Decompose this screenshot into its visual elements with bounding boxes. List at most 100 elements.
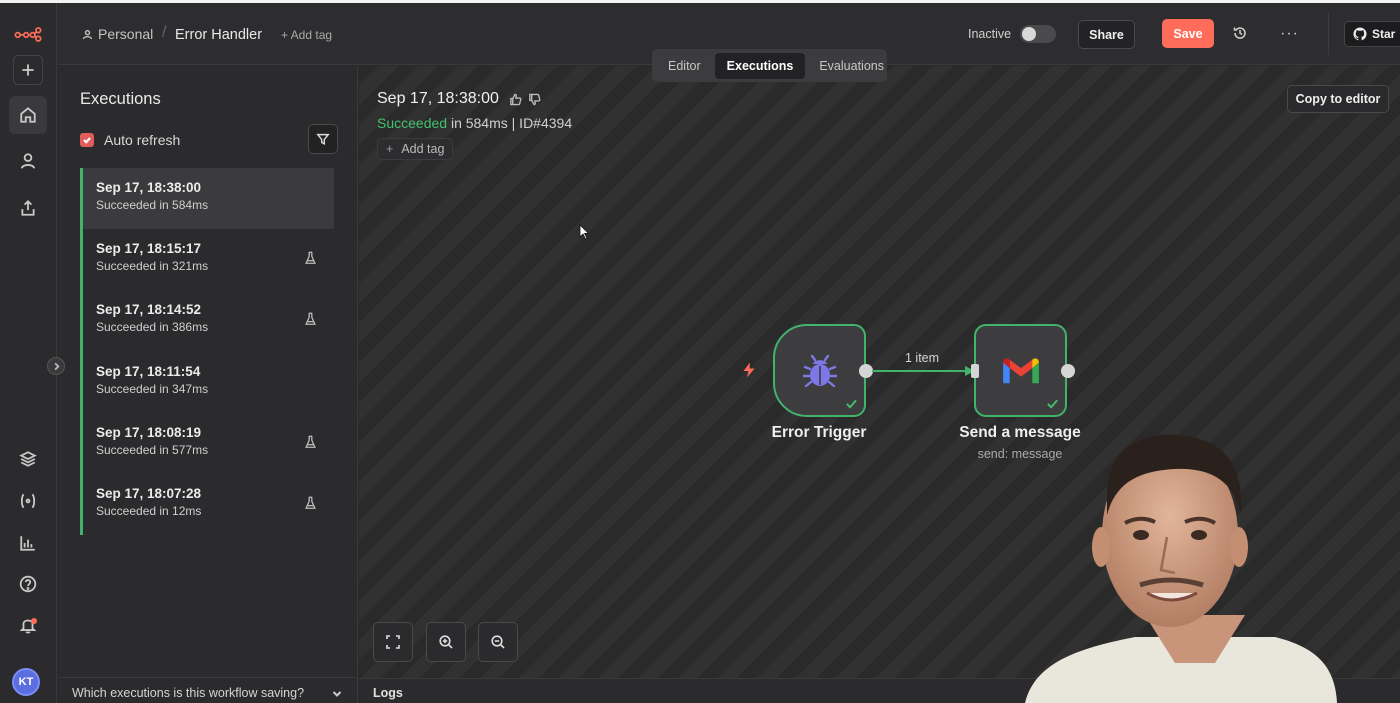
execution-item[interactable]: Sep 17, 18:15:17 Succeeded in 321ms <box>80 229 334 291</box>
panel-title: Executions <box>80 90 161 108</box>
workflow-status-label: Inactive <box>968 27 1012 41</box>
share-button[interactable]: Share <box>1078 20 1135 49</box>
home-icon[interactable] <box>9 96 47 134</box>
success-check-icon <box>1046 397 1059 410</box>
user-icon[interactable] <box>9 142 47 180</box>
execution-status: Succeeded in 321ms <box>96 259 209 274</box>
zoom-in-icon <box>439 635 453 649</box>
execution-item[interactable]: Sep 17, 18:08:19 Succeeded in 577ms <box>80 412 334 474</box>
flask-icon[interactable] <box>304 435 318 449</box>
execution-date: Sep 17, 18:38:00 <box>96 180 202 195</box>
presenter-webcam-image <box>1025 434 1337 703</box>
saving-settings-dropdown[interactable]: Which executions is this workflow saving… <box>58 677 358 703</box>
thumbs-up-icon[interactable] <box>509 93 522 106</box>
add-icon[interactable] <box>13 55 43 85</box>
toggle-knob <box>1022 27 1036 41</box>
fit-view-icon <box>386 635 400 649</box>
logs-label: Logs <box>373 686 403 700</box>
filter-button[interactable] <box>308 124 338 154</box>
zoom-out-button[interactable] <box>478 622 518 662</box>
flask-icon[interactable] <box>304 312 318 326</box>
execution-duration-id: in 584ms | ID#4394 <box>447 115 573 131</box>
workflow-title[interactable]: Error Handler <box>175 27 262 43</box>
active-toggle[interactable] <box>1020 25 1056 43</box>
execution-status-text: Succeeded <box>377 115 448 131</box>
execution-date: Sep 17, 18:08:19 <box>96 424 202 440</box>
tab-evaluations[interactable]: Evaluations <box>807 53 896 79</box>
error-trigger-node[interactable] <box>773 324 866 417</box>
execution-header: Sep 17, 18:38:00 <box>377 90 541 108</box>
execution-status: Succeeded in 577ms <box>96 442 209 457</box>
more-options-icon[interactable]: ··· <box>1280 25 1299 43</box>
execution-date: Sep 17, 18:07:28 <box>96 485 202 501</box>
edge-item-count: 1 item <box>905 351 940 365</box>
avatar[interactable]: KT <box>12 668 40 696</box>
node-label: Error Trigger <box>771 424 867 441</box>
n8n-logo-icon[interactable] <box>9 15 47 53</box>
auto-refresh-label: Auto refresh <box>104 132 181 148</box>
executions-panel: Executions Auto refresh Sep 17, 18:38:00… <box>58 66 358 703</box>
checkmark-icon <box>83 137 91 144</box>
zoom-in-button[interactable] <box>426 622 466 662</box>
execution-date: Sep 17, 18:14:52 <box>96 302 202 318</box>
bug-icon <box>802 354 837 387</box>
execution-status: Succeeded in 12ms <box>96 503 202 518</box>
filter-funnel-icon <box>316 133 330 145</box>
trigger-bolt-icon <box>743 362 755 378</box>
add-tag-button[interactable]: + Add tag <box>377 138 454 160</box>
breadcrumb-separator: / <box>162 24 167 41</box>
connection-edge[interactable] <box>872 370 974 372</box>
mouse-cursor-icon <box>579 224 589 240</box>
left-rail: KT <box>0 3 57 703</box>
header-divider <box>1328 13 1329 55</box>
star-label: Star <box>1372 27 1396 41</box>
execution-meta: Succeeded in 584ms | ID#4394 <box>377 115 572 131</box>
share-icon[interactable] <box>9 189 47 227</box>
execution-item[interactable]: Sep 17, 18:11:54 Succeeded in 347ms <box>80 351 334 413</box>
add-tag-link[interactable]: + Add tag <box>281 28 332 42</box>
view-tabs: Editor Executions Evaluations <box>652 49 887 82</box>
breadcrumb-personal-label: Personal <box>98 26 154 42</box>
templates-icon[interactable] <box>9 440 47 478</box>
notifications-bell-icon[interactable] <box>9 606 47 644</box>
thumbs-down-icon[interactable] <box>528 93 541 106</box>
send-message-node[interactable] <box>974 324 1067 417</box>
execution-status: Succeeded in 386ms <box>96 320 209 335</box>
breadcrumb-personal[interactable]: Personal <box>82 26 153 42</box>
success-check-icon <box>845 397 858 410</box>
plus-icon: + <box>386 142 394 156</box>
chevron-down-icon <box>332 691 342 697</box>
auto-refresh-control[interactable]: Auto refresh <box>80 132 180 148</box>
execution-item[interactable]: Sep 17, 18:14:52 Succeeded in 386ms <box>80 290 334 352</box>
auto-refresh-checkbox[interactable] <box>80 133 94 147</box>
execution-date: Sep 17, 18:15:17 <box>96 241 202 257</box>
execution-item[interactable]: Sep 17, 18:07:28 Succeeded in 12ms <box>80 473 334 536</box>
notification-dot <box>31 618 37 624</box>
insights-chart-icon[interactable] <box>9 524 47 562</box>
variables-icon[interactable] <box>9 482 47 520</box>
person-icon <box>82 29 93 39</box>
tab-executions[interactable]: Executions <box>714 52 806 79</box>
execution-date: Sep 17, 18:11:54 <box>96 363 201 379</box>
help-icon[interactable] <box>9 565 47 603</box>
execution-status: Succeeded in 347ms <box>96 381 209 396</box>
github-icon <box>1353 27 1367 41</box>
executions-list: Sep 17, 18:38:00 Succeeded in 584ms Sep … <box>80 168 334 536</box>
add-tag-label: Add tag <box>401 142 445 156</box>
flask-icon[interactable] <box>304 496 318 510</box>
execution-status: Succeeded in 584ms <box>96 198 209 212</box>
input-connector[interactable] <box>971 364 979 378</box>
expand-sidebar-chevron-right-icon[interactable] <box>47 357 65 375</box>
github-star-button[interactable]: Star <box>1344 21 1400 47</box>
tab-editor[interactable]: Editor <box>656 53 713 79</box>
save-button[interactable]: Save <box>1162 19 1214 48</box>
execution-item[interactable]: Sep 17, 18:38:00 Succeeded in 584ms <box>80 168 334 230</box>
history-icon[interactable] <box>1232 25 1248 41</box>
output-connector[interactable] <box>1061 364 1075 378</box>
output-connector[interactable] <box>859 364 873 378</box>
fit-view-button[interactable] <box>373 622 413 662</box>
flask-icon[interactable] <box>304 251 318 265</box>
copy-to-editor-button[interactable]: Copy to editor <box>1287 85 1389 113</box>
zoom-out-icon <box>491 635 505 649</box>
gmail-icon <box>1002 357 1039 383</box>
